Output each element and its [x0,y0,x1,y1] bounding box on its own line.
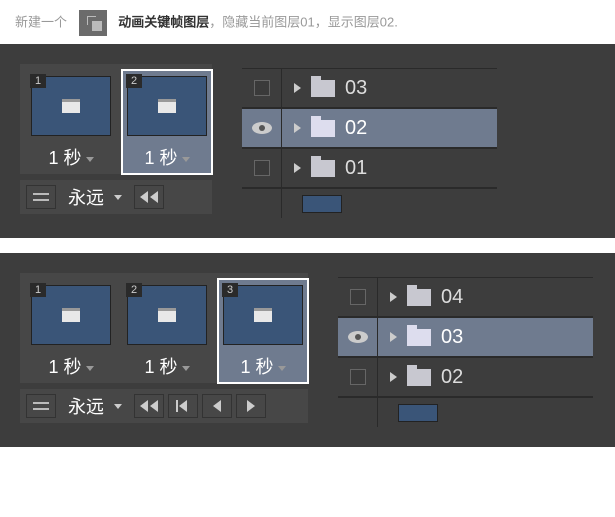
visibility-toggle[interactable] [338,318,378,356]
animation-panel: 1 1 秒 2 1 秒 3 1 秒 永远 04 [0,253,615,447]
rewind-button[interactable] [134,394,164,418]
timeline-frame[interactable]: 3 1 秒 [218,279,308,383]
expand-icon[interactable] [390,332,397,342]
frame-duration[interactable]: 1 秒 [26,349,116,383]
visibility-box [350,369,366,385]
timeline-frame[interactable]: 2 1 秒 [122,70,212,174]
layers-panel: 03 02 01 [242,68,497,218]
layer-name: 04 [441,286,463,309]
folder-icon [311,160,335,177]
frame-duration[interactable]: 1 秒 [26,140,116,174]
prev-frame-button[interactable] [202,394,232,418]
layer-row[interactable]: 03 [338,317,593,357]
visibility-toggle[interactable] [338,278,378,316]
layer-row[interactable]: 02 [338,357,593,397]
timeline: 1 1 秒 2 1 秒 3 1 秒 永远 [20,273,308,423]
visibility-box [254,160,270,176]
folder-icon [311,80,335,97]
next-frame-button[interactable] [236,394,266,418]
layer-name: 02 [345,117,367,140]
frame-number: 3 [222,283,238,297]
layer-row[interactable]: 04 [338,277,593,317]
timeline-frame[interactable]: 2 1 秒 [122,279,212,383]
folder-icon [311,120,335,137]
loop-selector[interactable]: 永远 [60,393,130,419]
visibility-toggle[interactable] [242,109,282,147]
frame-duration[interactable]: 1 秒 [218,349,308,383]
frame-number: 2 [126,74,142,88]
timeline-settings-button[interactable] [26,394,56,418]
loop-selector[interactable]: 永远 [60,184,130,210]
folder-icon [407,369,431,386]
frame-duration[interactable]: 1 秒 [122,140,212,174]
frame-duration[interactable]: 1 秒 [122,349,212,383]
visibility-box [350,289,366,305]
eye-icon [348,331,368,343]
layer-row[interactable]: 02 [242,108,497,148]
visibility-box [254,80,270,96]
layer-name: 01 [345,157,367,180]
layer-name: 03 [345,77,367,100]
visibility-toggle[interactable] [242,149,282,187]
first-frame-button[interactable] [168,394,198,418]
layer-name: 02 [441,366,463,389]
animation-panel: 1 1 秒 2 1 秒 永远 03 02 [0,44,615,238]
timeline-frame[interactable]: 1 1 秒 [26,279,116,383]
expand-icon[interactable] [390,292,397,302]
rewind-button[interactable] [134,185,164,209]
expand-icon[interactable] [390,372,397,382]
visibility-toggle[interactable] [242,69,282,107]
layer-row[interactable]: 01 [242,148,497,188]
animation-layer-icon [79,10,107,36]
layers-panel: 04 03 02 [338,277,593,427]
layer-name: 03 [441,326,463,349]
layer-strip [242,188,497,218]
timeline-controls: 永远 [20,180,212,214]
timeline-controls: 永远 [20,389,308,423]
settings-icon [33,191,49,203]
expand-icon[interactable] [294,163,301,173]
frame-number: 1 [30,74,46,88]
frame-number: 1 [30,283,46,297]
instruction-text: 新建一个 动画关键帧图层，隐藏当前图层01，显示图层02. [0,0,615,44]
eye-icon [252,122,272,134]
folder-icon [407,329,431,346]
expand-icon[interactable] [294,83,301,93]
settings-icon [33,400,49,412]
expand-icon[interactable] [294,123,301,133]
timeline: 1 1 秒 2 1 秒 永远 [20,64,212,214]
frame-number: 2 [126,283,142,297]
layer-strip [338,397,593,427]
timeline-settings-button[interactable] [26,185,56,209]
folder-icon [407,289,431,306]
visibility-toggle[interactable] [338,358,378,396]
timeline-frame[interactable]: 1 1 秒 [26,70,116,174]
layer-row[interactable]: 03 [242,68,497,108]
